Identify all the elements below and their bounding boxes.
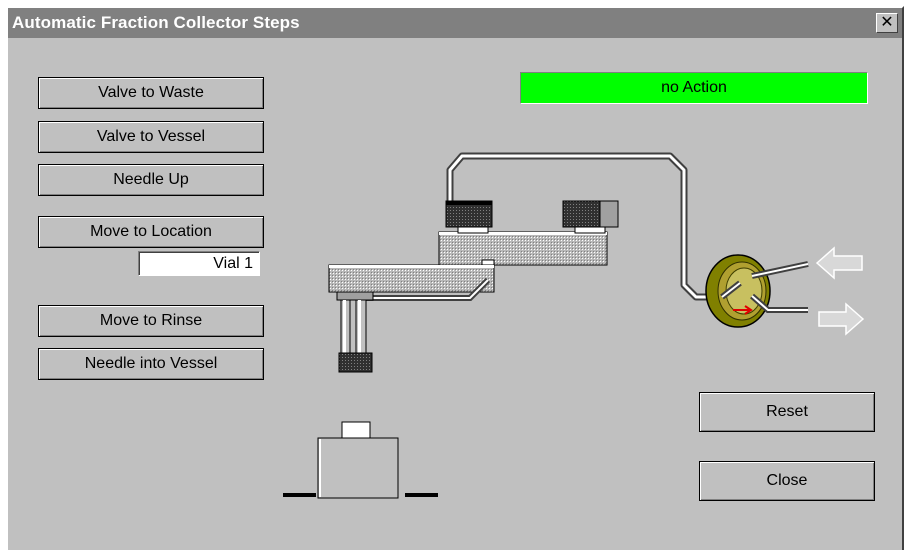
left-arrow-icon xyxy=(815,246,863,280)
lower-arm xyxy=(328,264,495,293)
knob-left xyxy=(445,200,493,234)
right-arrow-icon xyxy=(818,302,865,336)
valve-icon xyxy=(705,254,809,328)
needle-assembly xyxy=(336,291,374,373)
vessel xyxy=(283,421,438,499)
upper-arm xyxy=(438,231,608,266)
collector-diagram xyxy=(283,152,865,499)
knob-right xyxy=(562,200,619,234)
